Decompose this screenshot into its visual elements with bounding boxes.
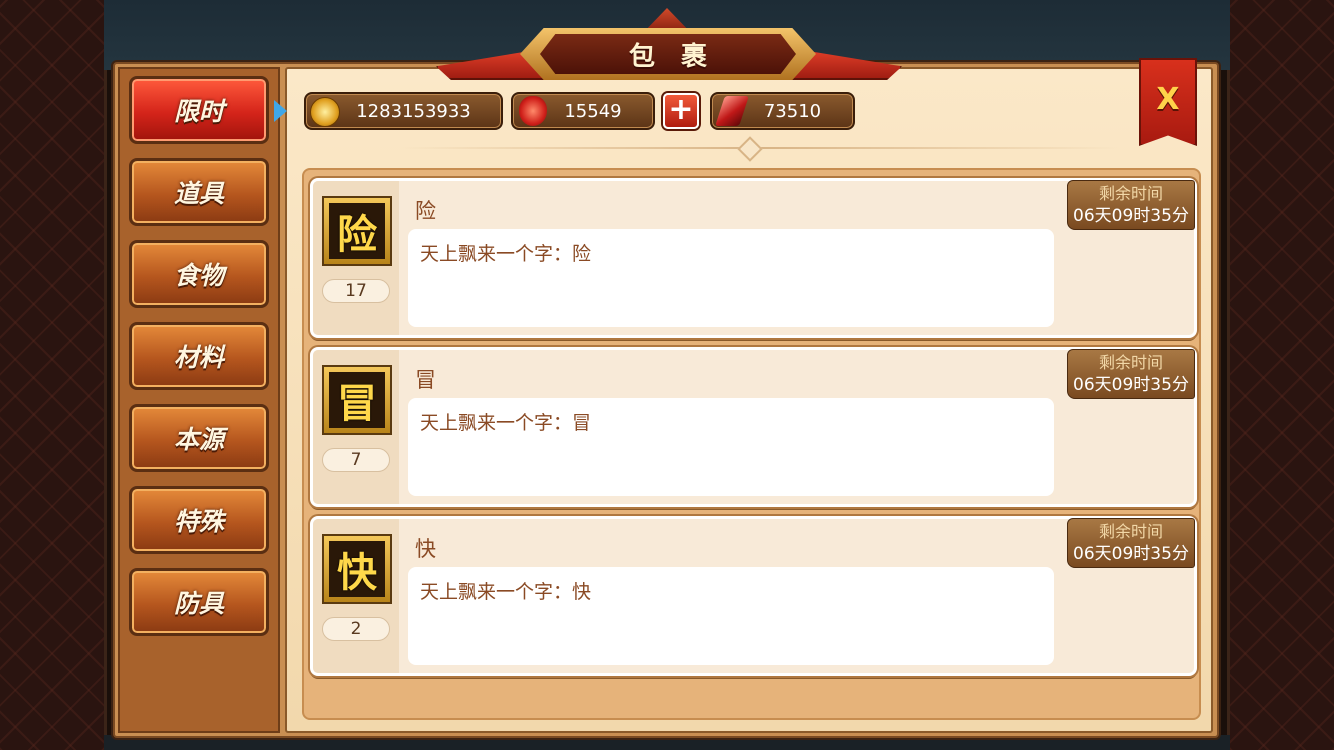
left-ornament-background xyxy=(0,0,107,750)
tab-armor[interactable]: 防具 xyxy=(129,568,269,636)
item-icon[interactable]: 快 xyxy=(322,534,392,604)
item-quantity: 2 xyxy=(322,617,390,641)
item-description-box: 天上飘来一个字：险 xyxy=(408,229,1054,327)
tab-limited-time[interactable]: 限时 xyxy=(129,76,269,144)
close-button[interactable]: X xyxy=(1139,58,1197,146)
item-name: 险 xyxy=(415,199,436,223)
item-description-box: 天上飘来一个字：冒 xyxy=(408,398,1054,496)
item-card[interactable]: 冒 7 冒 天上飘来一个字：冒 剩余时间 06天09时35分 xyxy=(310,347,1197,507)
item-icon[interactable]: 冒 xyxy=(322,365,392,435)
remaining-time-value: 06天09时35分 xyxy=(1073,375,1189,395)
item-card[interactable]: 险 17 险 天上飘来一个字：险 剩余时间 06天09时35分 xyxy=(310,178,1197,338)
remaining-time-label: 剩余时间 xyxy=(1098,353,1163,372)
gold-currency-bar: 1283153933 xyxy=(304,92,503,130)
item-description: 天上飘来一个字：冒 xyxy=(420,412,592,434)
remaining-time-badge: 剩余时间 06天09时35分 xyxy=(1067,180,1195,230)
tab-props[interactable]: 道具 xyxy=(129,158,269,226)
gem-amount: 15549 xyxy=(564,100,622,122)
item-card[interactable]: 快 2 快 天上飘来一个字：快 剩余时间 06天09时35分 xyxy=(310,516,1197,676)
gold-coin-icon xyxy=(310,97,340,127)
tab-materials[interactable]: 材料 xyxy=(129,322,269,390)
remaining-time-value: 06天09时35分 xyxy=(1073,544,1189,564)
add-gems-button[interactable]: + xyxy=(663,93,699,129)
item-quantity: 17 xyxy=(322,279,390,303)
tab-origin[interactable]: 本源 xyxy=(129,404,269,472)
remaining-time-badge: 剩余时间 06天09时35分 xyxy=(1067,518,1195,568)
item-glyph: 冒 xyxy=(329,372,385,428)
item-description-box: 天上飘来一个字：快 xyxy=(408,567,1054,665)
item-description: 天上飘来一个字：险 xyxy=(420,243,592,265)
active-tab-arrow-icon xyxy=(274,100,287,122)
tab-food[interactable]: 食物 xyxy=(129,240,269,308)
right-ornament-background xyxy=(1227,0,1334,750)
red-crystal-icon xyxy=(715,96,749,126)
remaining-time-label: 剩余时间 xyxy=(1098,184,1163,203)
item-description: 天上飘来一个字：快 xyxy=(420,581,592,603)
remaining-time-value: 06天09时35分 xyxy=(1073,206,1189,226)
item-quantity: 7 xyxy=(322,448,390,472)
item-icon[interactable]: 险 xyxy=(322,196,392,266)
item-name: 快 xyxy=(415,537,436,561)
crystal-amount: 73510 xyxy=(763,100,822,122)
gem-currency-bar: 15549 xyxy=(511,92,655,130)
gold-amount: 1283153933 xyxy=(356,100,471,122)
crystal-currency-bar: 73510 xyxy=(710,92,855,130)
remaining-time-label: 剩余时间 xyxy=(1098,522,1163,541)
window-title: 包裹 xyxy=(540,34,796,74)
tab-special[interactable]: 特殊 xyxy=(129,486,269,554)
item-glyph: 险 xyxy=(329,203,385,259)
item-glyph: 快 xyxy=(329,541,385,597)
remaining-time-badge: 剩余时间 06天09时35分 xyxy=(1067,349,1195,399)
item-name: 冒 xyxy=(415,368,436,392)
red-gem-icon xyxy=(519,96,547,126)
